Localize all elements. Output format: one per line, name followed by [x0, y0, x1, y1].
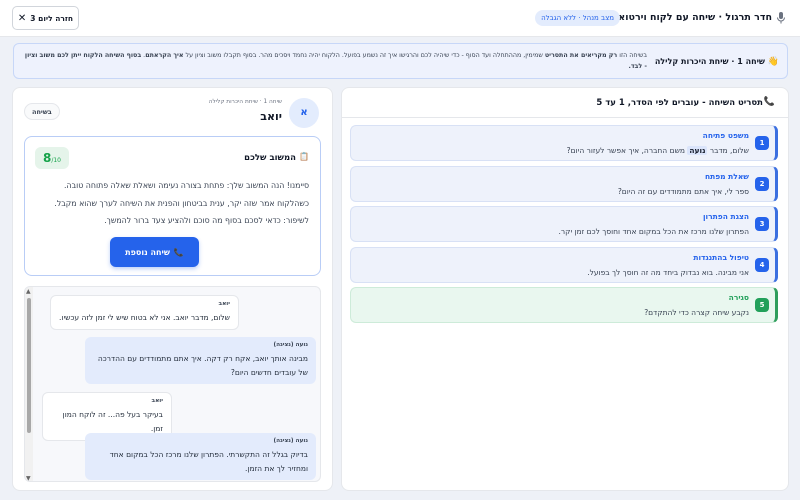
phone-icon: 📞 [763, 97, 775, 107]
avatar: א [289, 98, 319, 128]
chat-message: יואב שלום, מדבר יואב. אני לא בטוח שיש לי… [50, 295, 239, 330]
step-number: 3 [755, 217, 769, 231]
step-title: סגירה [728, 293, 749, 302]
microphone-icon [777, 12, 785, 24]
script-step-1: 1 משפט פתיחה שלום, מדבר נועה משם החברה, … [350, 125, 778, 161]
script-step-2: 2 שאלת מפתח ספר לי, איך אתם מתמודדים עם … [350, 166, 778, 202]
step-text: הפתרון שלנו מרכז את הכל במקום אחד וחוסך … [558, 227, 749, 236]
chat-message: נועה (נציגה) מבינה אותך יואב, אקח רק דקה… [85, 337, 316, 384]
message-sender: יואב [151, 398, 163, 404]
instructions-banner: 👋 שיחה 1 · שיחת היכרות קלילה בשיחה הזו ר… [13, 43, 788, 79]
feedback-title: המשוב שלכם [244, 153, 296, 163]
message-text: מבינה אותך יואב, אקח רק דקה. איך אתם מתמ… [97, 354, 308, 377]
script-step-3: 3 הצגת הפתרון הפתרון שלנו מרכז את הכל במ… [350, 206, 778, 242]
call-caption: שיחה 1 · שיחת היכרות קלילה [208, 99, 282, 105]
close-icon: ✕ [17, 12, 27, 24]
step-title: משפט פתיחה [702, 131, 749, 140]
message-sender: יואב [218, 301, 230, 307]
script-panel: 📞 תסריט השיחה - עוברים לפי הסדר, 1 עד 5 … [341, 87, 789, 491]
another-call-button[interactable]: 📞 שיחה נוספת [110, 237, 199, 267]
step-number: 5 [755, 298, 769, 312]
scrollbar-thumb[interactable] [27, 298, 31, 433]
step-number: 2 [755, 177, 769, 191]
status-badge: בשיחה [24, 103, 60, 120]
step-number: 1 [755, 136, 769, 150]
top-bar: חדר תרגול · שיחה עם לקוח וירטואלי מצב מנ… [0, 0, 800, 37]
script-header: 📞 תסריט השיחה - עוברים לפי הסדר, 1 עד 5 [342, 88, 788, 118]
mode-badge: מצב מנהל · ללא הגבלה [535, 10, 620, 26]
feedback-text: סיימנו! הנה המשוב שלך: פתחת בצורה נעימה … [54, 181, 309, 225]
another-call-label: שיחה נוספת [125, 247, 170, 257]
clipboard-icon: 📋 [299, 152, 309, 161]
agent-name-highlight: נועה [687, 146, 708, 155]
message-text: שלום, מדבר יואב. אני לא בטוח שיש לי זמן … [59, 313, 230, 322]
scroll-up-icon[interactable]: ▲ [26, 288, 31, 295]
page-title: חדר תרגול · שיחה עם לקוח וירטואלי [609, 12, 772, 23]
step-title: שאלת מפתח [704, 172, 749, 181]
back-button[interactable]: ✕ חזרה ליום 3 [12, 6, 79, 30]
script-step-5: 5 סגירה נקבע שיחה קצרה כדי להתקדם? [350, 287, 778, 323]
chat-scrollbar[interactable]: ▲ ▼ [25, 287, 33, 481]
banner-title: שיחה 1 · שיחת היכרות קלילה [654, 57, 765, 66]
score-badge: 8/10 [35, 147, 69, 169]
scroll-down-icon[interactable]: ▼ [26, 475, 31, 481]
conversation-panel: א שיחה 1 · שיחת היכרות קלילה יואב בשיחה … [12, 87, 333, 491]
feedback-card: 📋 המשוב שלכם 8/10 סיימנו! הנה המשוב שלך:… [24, 136, 321, 276]
message-sender: נועה (נציגה) [273, 342, 308, 348]
step-text: נקבע שיחה קצרה כדי להתקדם? [644, 308, 749, 317]
banner-text: בשיחה הזו רק מקריאים את התסריט שמימין, מ… [24, 52, 647, 70]
message-text: בדיוק בגלל זה התקשרתי. הפתרון שלנו מרכז … [109, 450, 308, 473]
chat-transcript[interactable]: ▲ ▼ יואב שלום, מדבר יואב. אני לא בטוח שי… [24, 286, 321, 482]
step-title: טיפול בהתנגדות [693, 253, 749, 262]
customer-name: יואב [260, 110, 282, 123]
step-title: הצגת הפתרון [702, 212, 749, 221]
phone-icon: 📞 [173, 247, 184, 257]
step-text: שלום, מדבר נועה משם החברה, איך אפשר לעזו… [566, 146, 749, 155]
script-step-4: 4 טיפול בהתנגדות אני מבינה. בוא נבדוק בי… [350, 247, 778, 283]
message-text: בעיקר בעל פה... זה לוקח המון זמן. [62, 410, 163, 433]
step-text: אני מבינה. בוא נבדוק ביחד מה זה חוסך לך … [587, 268, 749, 277]
step-text: ספר לי, איך אתם מתמודדים עם זה היום? [617, 187, 749, 196]
chat-message: נועה (נציגה) בדיוק בגלל זה התקשרתי. הפתר… [85, 433, 316, 480]
message-sender: נועה (נציגה) [273, 438, 308, 444]
back-button-label: חזרה ליום 3 [30, 13, 74, 23]
step-number: 4 [755, 258, 769, 272]
script-title: תסריט השיחה - עוברים לפי הסדר, 1 עד 5 [596, 98, 763, 108]
hand-icon: 👋 [767, 57, 779, 67]
